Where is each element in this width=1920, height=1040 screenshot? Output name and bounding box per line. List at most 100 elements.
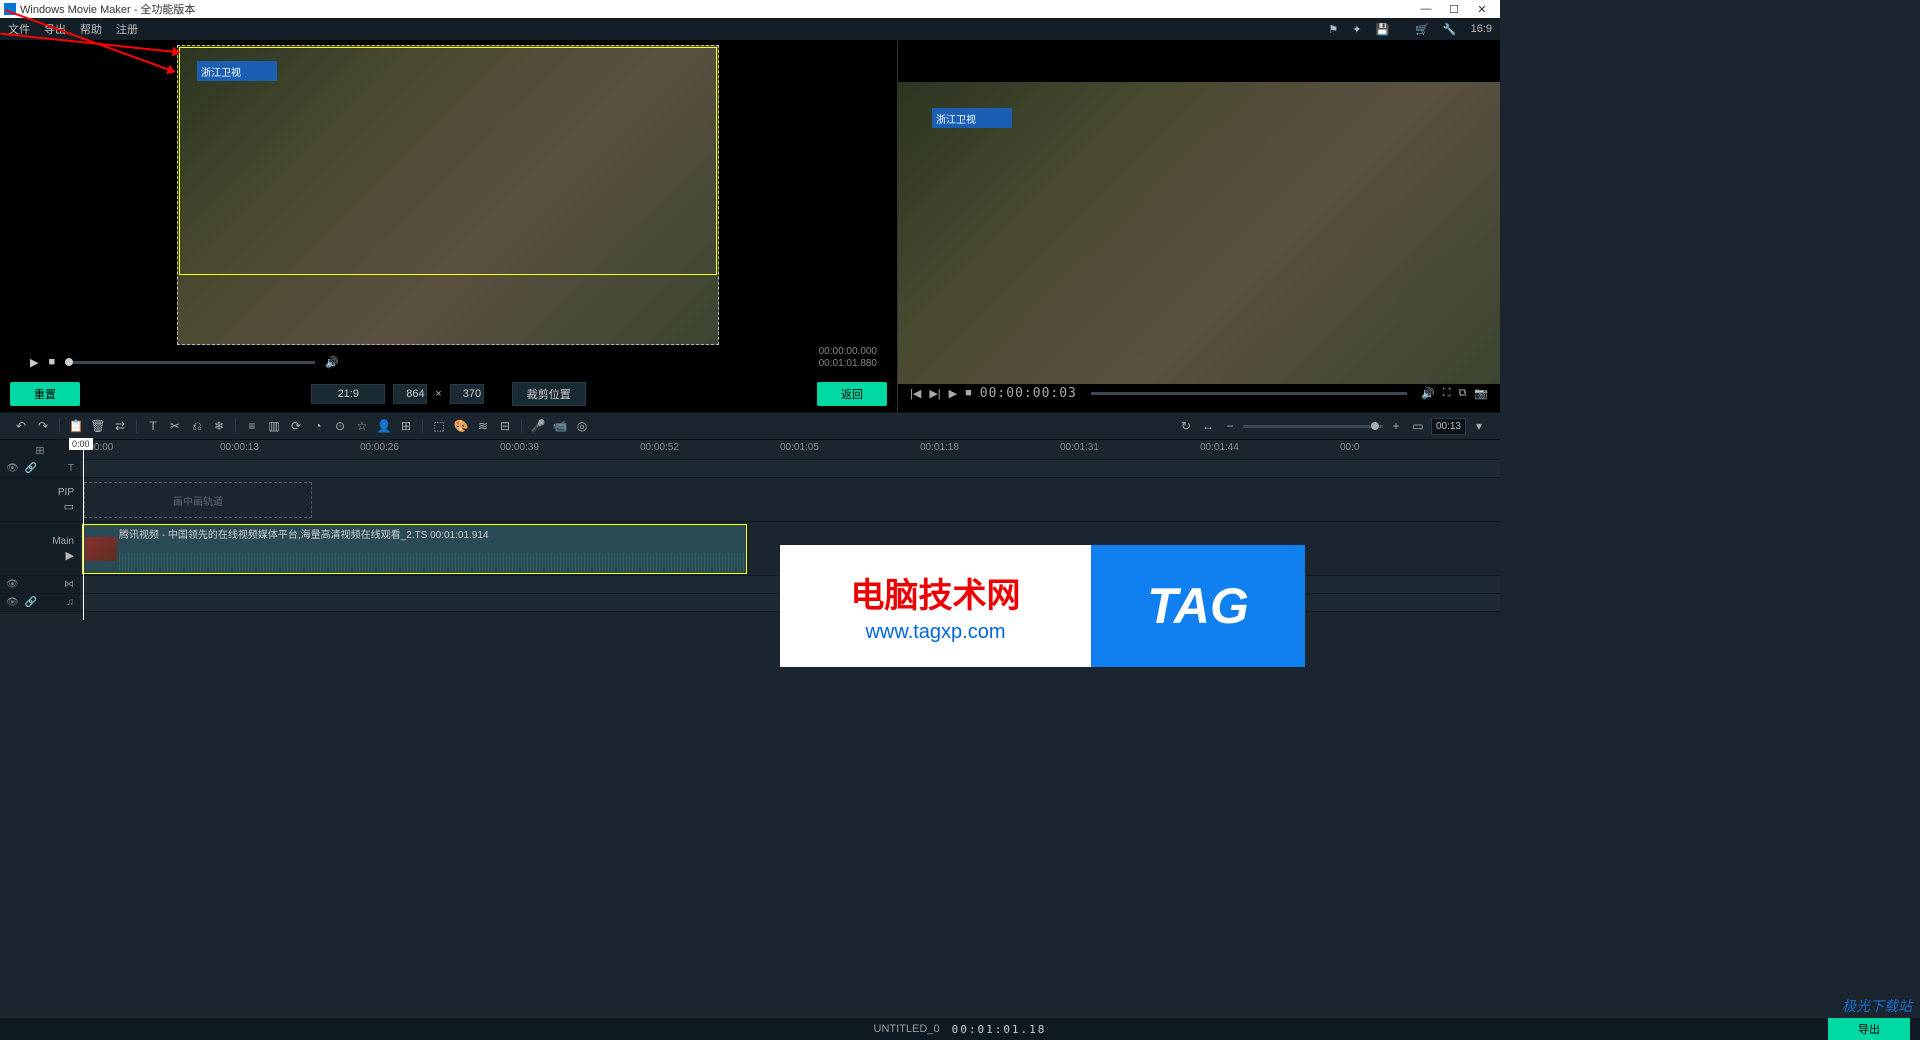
controls-icon[interactable]: ⊟ — [496, 419, 514, 433]
playhead[interactable] — [83, 440, 84, 620]
aspect-ratio-select[interactable]: 21:9 — [311, 384, 385, 404]
redo-icon[interactable]: ↷ — [34, 419, 52, 433]
timer-icon[interactable]: ◔ — [309, 419, 327, 433]
adjust-icon[interactable]: ⊞ — [397, 419, 415, 433]
target-icon[interactable]: ◎ — [573, 419, 591, 433]
pip-thumb-icon: ▭ — [64, 500, 74, 513]
freeze-icon[interactable]: ❄ — [210, 419, 228, 433]
list-icon[interactable]: ≡ — [243, 419, 261, 433]
cut-icon[interactable]: ✂ — [166, 419, 184, 433]
detach-icon[interactable]: ⧉ — [1458, 387, 1466, 400]
step-back-button[interactable]: ▶| — [929, 387, 940, 400]
audio-lock-icon[interactable]: 🔗 — [25, 597, 37, 608]
text-icon[interactable]: T — [144, 419, 162, 433]
fit-icon[interactable]: ↔ — [1199, 419, 1217, 433]
close-button[interactable]: ✕ — [1468, 3, 1496, 16]
timeline-area: ⊞ 0:00:0000:00:1300:00:2600:00:3900:00:5… — [0, 440, 1500, 612]
text-track-icon: T — [68, 463, 74, 474]
columns-icon[interactable]: ▥ — [265, 419, 283, 433]
menu-register[interactable]: 注册 — [116, 21, 138, 37]
add-track-icon[interactable]: ⊞ — [35, 444, 44, 457]
preview-progress-bar[interactable] — [1091, 392, 1407, 395]
save-icon[interactable]: 💾 — [1375, 23, 1389, 36]
zoom-in-icon[interactable]: + — [1387, 419, 1405, 433]
equalizer-icon[interactable]: ≋ — [474, 419, 492, 433]
person-icon[interactable]: 👤 — [375, 419, 393, 433]
wrench-icon[interactable]: 🔧 — [1443, 23, 1457, 36]
pip-drop-zone[interactable]: 画中画轨道 — [84, 482, 312, 518]
crop-icon[interactable]: ⬚ — [430, 419, 448, 433]
refresh-icon[interactable]: ↻ — [1177, 419, 1195, 433]
pip-track-lane[interactable]: 画中画轨道 — [80, 478, 1500, 522]
cart-icon[interactable]: 🛒 — [1415, 23, 1429, 36]
preview-area: 浙江卫视 ▶ ■ 🔊 00:00:00.000 00:01:01.880 重置 … — [0, 40, 1500, 412]
delete-icon[interactable]: 🗑 — [89, 419, 107, 433]
fullscreen-icon[interactable]: ⛶ — [1443, 387, 1451, 400]
back-button[interactable]: 返回 — [817, 382, 887, 406]
timeline-toolbar: ↶ ↷ 📋 🗑 ⇄ T ✂ ⎌ ❄ ≡ ▥ ⟳ ◔ ⊙ ☆ 👤 ⊞ ⬚ 🎨 ≋ … — [0, 412, 1500, 440]
status-bar: UNTITLED_0 00:01:01.18 导出 — [0, 1018, 1920, 1040]
marker-visibility-icon[interactable]: 👁 — [6, 579, 19, 590]
zoom-slider[interactable] — [1243, 425, 1383, 428]
maximize-button[interactable]: ☐ — [1440, 3, 1468, 16]
window-title: Windows Movie Maker - 全功能版本 — [20, 1, 1412, 17]
track-head-main: Main ▶ — [0, 522, 80, 576]
aspect-ratio-label[interactable]: 16:9 — [1471, 23, 1492, 35]
track-head-pip: PIP ▭ — [0, 478, 80, 522]
settings-dropdown-icon[interactable]: ▾ — [1470, 419, 1488, 433]
crop-bounds-inner[interactable] — [179, 47, 717, 275]
clock-icon[interactable]: ⊙ — [331, 419, 349, 433]
export-button[interactable]: 导出 — [1828, 1018, 1910, 1040]
output-preview-panel: 浙江卫视 |◀ ▶| ▶ ■ 00:00:00:03 🔊 ⛶ ⧉ 📷 — [897, 40, 1500, 412]
star-icon[interactable]: ✦ — [1352, 23, 1361, 36]
stop-button[interactable]: ■ — [48, 356, 55, 368]
crop-controls-bar: 重置 21:9 864 × 370 裁剪位置 返回 — [0, 381, 897, 407]
corner-watermark: 极光下载站 — [1842, 996, 1912, 1016]
mic-icon[interactable]: 🎤 — [529, 419, 547, 433]
palette-icon[interactable]: 🎨 — [452, 419, 470, 433]
zoom-out-icon[interactable]: − — [1221, 419, 1239, 433]
crop-position-button[interactable]: 裁剪位置 — [512, 382, 586, 406]
menu-help[interactable]: 帮助 — [80, 21, 102, 37]
effect-star-icon[interactable]: ☆ — [353, 419, 371, 433]
main-thumb-icon: ▶ — [66, 549, 74, 562]
clip-thumbnail — [85, 537, 117, 561]
crop-progress-bar[interactable] — [65, 361, 315, 364]
lock-icon[interactable]: 🔗 — [25, 463, 37, 474]
minimize-button[interactable]: — — [1412, 3, 1440, 15]
timeline-ruler[interactable]: 0:00:0000:00:1300:00:2600:00:3900:00:520… — [80, 440, 1500, 460]
volume-icon[interactable]: 🔊 — [325, 356, 339, 369]
preview-timecode: 00:00:00:03 — [980, 386, 1077, 401]
title-suffix: - 全功能版本 — [131, 4, 196, 16]
preview-volume-icon[interactable]: 🔊 — [1421, 387, 1435, 400]
preview-transport-bar: |◀ ▶| ▶ ■ 00:00:00:03 🔊 ⛶ ⧉ 📷 — [898, 382, 1500, 404]
split-icon[interactable]: ⎌ — [188, 419, 206, 434]
reset-button[interactable]: 重置 — [10, 382, 80, 406]
crop-height-input[interactable]: 370 — [450, 384, 484, 404]
track-head-text: 👁 🔗 T — [0, 460, 80, 478]
text-track-lane[interactable] — [80, 460, 1500, 478]
track-head-audio: 👁 🔗 ♫ — [0, 594, 80, 612]
copy-icon[interactable]: 📋 — [67, 419, 85, 433]
ruler-tick: 00:00:13 — [220, 442, 259, 453]
undo-icon[interactable]: ↶ — [12, 419, 30, 433]
crop-width-input[interactable]: 864 — [393, 384, 427, 404]
ruler-tick: 00:00:39 — [500, 442, 539, 453]
flag-icon[interactable]: ⚑ — [1328, 23, 1338, 36]
camera-icon[interactable]: 📹 — [551, 419, 569, 433]
link-icon[interactable]: ⇄ — [111, 419, 129, 433]
video-clip[interactable]: 腾讯视频 - 中国领先的在线视频媒体平台,海量高清视频在线观看_2.TS 00:… — [82, 524, 747, 574]
snapshot-icon[interactable]: 📷 — [1474, 387, 1488, 400]
prev-frame-button[interactable]: |◀ — [910, 387, 921, 400]
crop-time-current: 00:00:00.000 — [819, 346, 877, 358]
visibility-icon[interactable]: 👁 — [6, 463, 19, 474]
rotate-icon[interactable]: ⟳ — [287, 419, 305, 433]
preview-stop-button[interactable]: ■ — [965, 387, 972, 399]
audio-visibility-icon[interactable]: 👁 — [6, 597, 19, 608]
project-name: UNTITLED_0 — [874, 1023, 940, 1035]
display-mode-icon[interactable]: ▭ — [1409, 419, 1427, 433]
track-head-marker: 👁 ⋈ — [0, 576, 80, 594]
watermark-line1: 电脑技术网 — [851, 568, 1021, 617]
play-button[interactable]: ▶ — [30, 356, 38, 369]
preview-play-button[interactable]: ▶ — [949, 387, 957, 400]
